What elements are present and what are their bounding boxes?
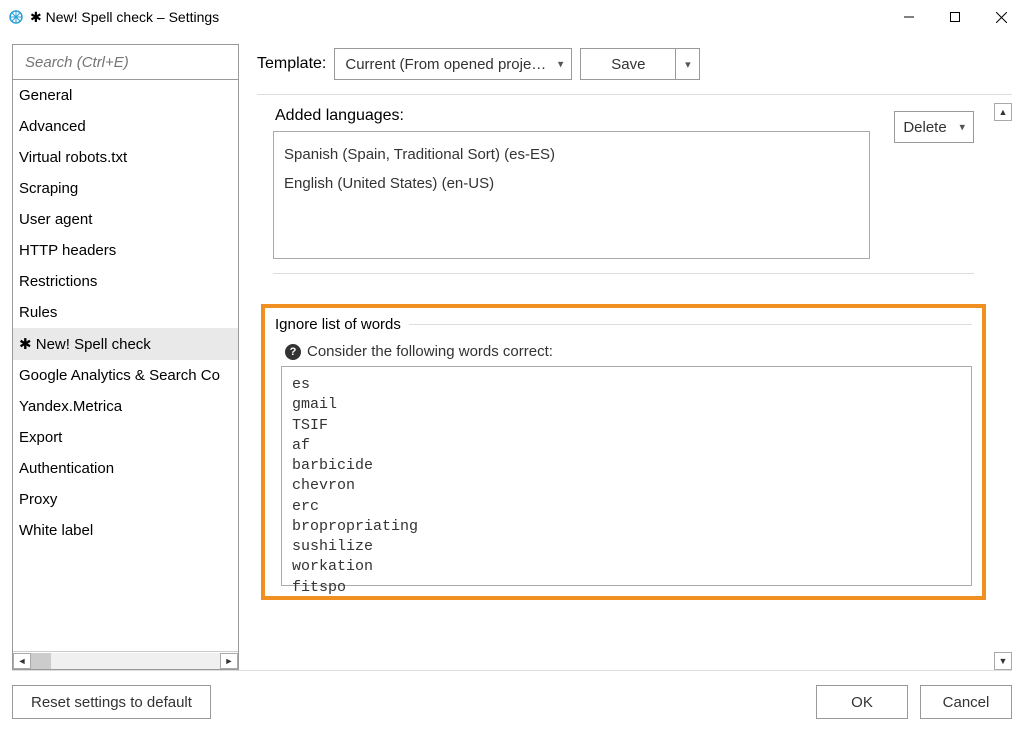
help-icon[interactable]: ? [285,344,301,360]
scroll-thumb[interactable] [31,653,51,669]
template-label: Template: [257,55,326,73]
sidebar-item[interactable]: General [13,80,238,111]
ok-button[interactable]: OK [816,685,908,719]
ignore-words-textarea[interactable]: es gmail TSIF af barbicide chevron erc b… [281,366,972,586]
search-box[interactable] [12,44,239,80]
save-button[interactable]: Save [580,48,676,80]
scroll-left-icon[interactable]: ◄ [13,653,31,669]
body: GeneralAdvancedVirtual robots.txtScrapin… [0,34,1024,670]
scroll-track[interactable] [994,121,1012,652]
sidebar-item[interactable]: Advanced [13,111,238,142]
scroll-track[interactable] [31,653,220,669]
sidebar-item[interactable]: Google Analytics & Search Co [13,360,238,391]
content-area: Added languages: Spanish (Spain, Traditi… [257,103,1012,670]
sidebar-item[interactable]: Rules [13,297,238,328]
sidebar-item[interactable]: HTTP headers [13,235,238,266]
delete-button[interactable]: Delete [894,111,974,143]
sidebar-item[interactable]: Export [13,422,238,453]
consider-row: ? Consider the following words correct: [285,343,972,360]
template-dropdown[interactable]: Current (From opened proje… [334,48,572,80]
added-languages-label: Added languages: [275,107,870,125]
sidebar-h-scrollbar[interactable]: ◄ ► [13,651,238,669]
titlebar: ✱ New! Spell check – Settings [0,0,1024,34]
ignore-list-group: Ignore list of words ? Consider the foll… [261,304,986,600]
scroll-up-icon[interactable]: ▲ [994,103,1012,121]
language-item[interactable]: English (United States) (en-US) [284,169,859,198]
scroll-right-icon[interactable]: ► [220,653,238,669]
sidebar-item[interactable]: ✱ New! Spell check [13,328,238,360]
sidebar: GeneralAdvancedVirtual robots.txtScrapin… [12,44,239,670]
consider-label: Consider the following words correct: [307,343,553,360]
settings-window: ✱ New! Spell check – Settings GeneralAdv… [0,0,1024,735]
sidebar-item[interactable]: Yandex.Metrica [13,391,238,422]
sidebar-item[interactable]: Proxy [13,484,238,515]
sidebar-item[interactable]: Authentication [13,453,238,484]
divider [273,273,974,274]
template-value[interactable]: Current (From opened proje… [334,48,572,80]
sidebar-item[interactable]: Restrictions [13,266,238,297]
window-controls [886,2,1024,32]
save-dropdown-button[interactable]: ▾ [676,48,700,80]
maximize-button[interactable] [932,2,978,32]
ignore-list-label: Ignore list of words [275,316,972,333]
reset-button[interactable]: Reset settings to default [12,685,211,719]
divider [257,94,1012,95]
delete-dropdown[interactable]: Delete [894,111,974,143]
main-v-scrollbar[interactable]: ▲ ▼ [994,103,1012,670]
app-icon [8,9,24,25]
language-item[interactable]: Spanish (Spain, Traditional Sort) (es-ES… [284,140,859,169]
footer: Reset settings to default OK Cancel [0,671,1024,735]
sidebar-item[interactable]: Virtual robots.txt [13,142,238,173]
languages-list[interactable]: Spanish (Spain, Traditional Sort) (es-ES… [273,131,870,259]
added-languages-group: Added languages: Spanish (Spain, Traditi… [261,107,986,286]
main-panel: Template: Current (From opened proje… Sa… [257,44,1012,670]
sidebar-item[interactable]: Scraping [13,173,238,204]
sidebar-item[interactable]: White label [13,515,238,546]
sidebar-item[interactable]: User agent [13,204,238,235]
window-title: ✱ New! Spell check – Settings [30,9,219,26]
search-input[interactable] [23,53,228,72]
close-button[interactable] [978,2,1024,32]
template-row: Template: Current (From opened proje… Sa… [257,44,1012,94]
minimize-button[interactable] [886,2,932,32]
cancel-button[interactable]: Cancel [920,685,1012,719]
scroll-down-icon[interactable]: ▼ [994,652,1012,670]
sidebar-list: GeneralAdvancedVirtual robots.txtScrapin… [12,80,239,670]
